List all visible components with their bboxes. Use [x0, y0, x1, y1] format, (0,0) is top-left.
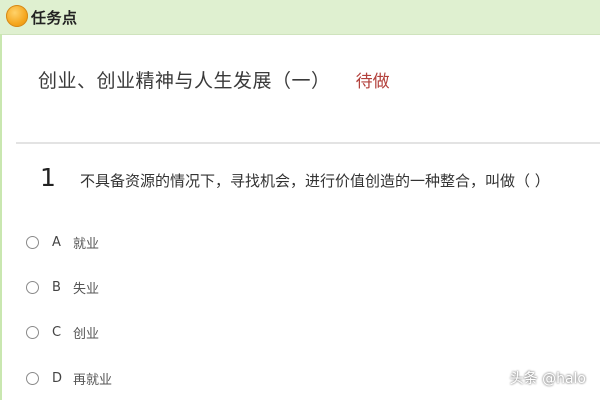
option-c-text: 创业 — [73, 326, 100, 342]
option-d[interactable]: D 再就业 — [26, 367, 326, 389]
option-a[interactable]: A 就业 — [26, 231, 326, 253]
task-status-badge: 待做 — [355, 72, 390, 92]
left-accent-bar — [0, 34, 2, 400]
task-point-header: 任务点 — [0, 0, 600, 35]
option-d-letter: D — [52, 370, 63, 386]
question-text: 不具备资源的情况下，寻找机会，进行价值创造的一种整合，叫做（ ） — [80, 172, 550, 190]
option-d-radio[interactable] — [26, 371, 39, 385]
option-a-text: 就业 — [73, 236, 100, 252]
option-c-letter: C — [52, 324, 62, 340]
option-c[interactable]: C 创业 — [26, 321, 326, 343]
option-b-letter: B — [52, 279, 61, 295]
option-b-text: 失业 — [73, 281, 100, 297]
option-b[interactable]: B 失业 — [26, 276, 326, 298]
task-point-icon — [6, 5, 28, 27]
option-a-radio[interactable] — [26, 235, 39, 249]
option-c-radio[interactable] — [26, 325, 39, 339]
task-heading: 创业、创业精神与人生发展（一） 待做 — [38, 66, 590, 100]
task-title: 创业、创业精神与人生发展（一） — [38, 70, 331, 92]
watermark: 头条 @halo — [509, 371, 586, 387]
option-b-radio[interactable] — [26, 280, 39, 294]
option-a-letter: A — [52, 234, 61, 250]
section-divider — [16, 142, 600, 144]
question-number: 1 — [40, 163, 56, 192]
header-title: 任务点 — [31, 9, 78, 27]
option-d-text: 再就业 — [73, 372, 113, 388]
